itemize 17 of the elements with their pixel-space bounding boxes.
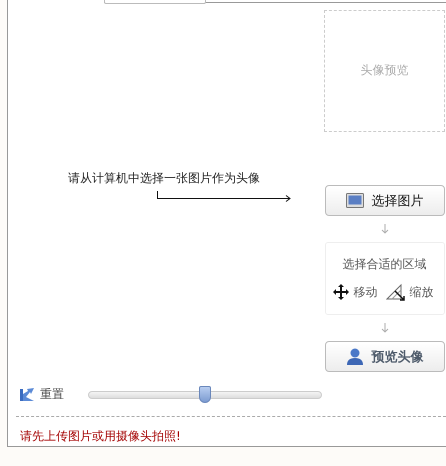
slider-thumb[interactable] xyxy=(199,386,211,402)
image-icon xyxy=(346,193,364,208)
move-icon xyxy=(332,283,350,302)
instruction-text: 请从计算机中选择一张图片作为头像 xyxy=(68,171,260,185)
error-message: 请先上传图片或用摄像头拍照! xyxy=(20,428,181,445)
down-arrow-icon xyxy=(380,224,388,234)
avatar-preview-box: 头像预览 xyxy=(324,10,445,132)
person-icon xyxy=(346,348,364,366)
resize-icon xyxy=(386,283,406,302)
tool-label: 移动 xyxy=(354,284,378,301)
reset-label[interactable]: 重置 xyxy=(40,386,64,402)
select-image-button[interactable]: 选择图片 xyxy=(324,185,444,216)
reset-icon[interactable] xyxy=(20,388,34,400)
tool-label: 缩放 xyxy=(410,284,434,301)
step-title: 选择合适的区域 xyxy=(342,256,426,274)
down-arrow-icon xyxy=(380,323,388,334)
preview-avatar-button[interactable]: 预览头像 xyxy=(324,341,444,372)
